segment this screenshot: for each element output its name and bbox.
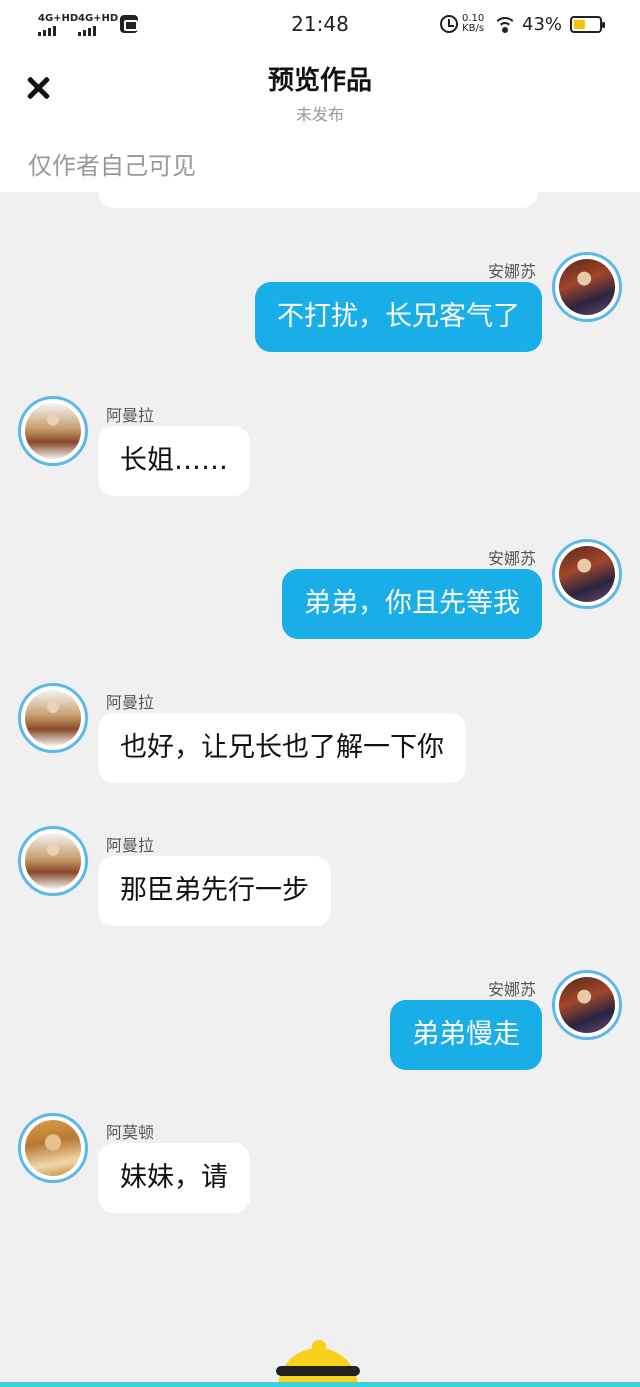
sender-name: 阿莫顿 (106, 1123, 155, 1142)
chat-bubble[interactable]: 弟弟慢走 (390, 1000, 542, 1070)
amanla-avatar[interactable] (18, 396, 88, 466)
battery-icon (570, 16, 605, 33)
sender-name: 阿曼拉 (106, 406, 155, 425)
anna-avatar[interactable] (552, 252, 622, 322)
sender-name: 安娜苏 (487, 262, 536, 281)
sender-name: 阿曼拉 (106, 693, 155, 712)
visibility-note: 仅作者自己可见 (28, 152, 196, 180)
sender-name: 安娜苏 (487, 549, 536, 568)
mascot-icon[interactable] (272, 1340, 364, 1387)
anna-avatar[interactable] (552, 539, 622, 609)
chat-bubble[interactable]: 长姐…… (98, 426, 250, 496)
sender-name: 阿曼拉 (106, 836, 155, 855)
bottom-bar (0, 1382, 640, 1387)
sender-name: 安娜苏 (487, 980, 536, 999)
chat-bubble[interactable]: 不打扰，长兄客气了 (255, 282, 542, 352)
amodun-avatar[interactable] (18, 1113, 88, 1183)
chat-preview-page: 4G+HD 4G+HD 21:48 0.10 KB/s 43% 预览作品 未发布… (0, 0, 640, 1387)
amanla-avatar[interactable] (18, 683, 88, 753)
page-title: 预览作品 (267, 66, 372, 96)
anna-avatar[interactable] (552, 970, 622, 1040)
chat-bubble[interactable]: 也好，让兄长也了解一下你 (98, 713, 466, 783)
chat-bubble[interactable]: 那臣弟先行一步 (98, 856, 331, 926)
chat-bubble[interactable]: 妹妹，请 (98, 1143, 250, 1213)
publish-status: 未发布 (295, 105, 344, 124)
amanla-avatar[interactable] (18, 826, 88, 896)
network-speed: 0.10 KB/s (462, 14, 484, 34)
header: 4G+HD 4G+HD 21:48 0.10 KB/s 43% 预览作品 未发布… (0, 0, 640, 192)
alarm-icon (440, 15, 458, 33)
wifi-icon (493, 15, 517, 33)
chat-bubble[interactable]: 弟弟，你且先等我 (282, 569, 542, 639)
status-bar: 4G+HD 4G+HD 21:48 0.10 KB/s 43% (0, 0, 640, 50)
speed-unit: KB/s (462, 23, 485, 34)
battery-percent: 43% (522, 14, 563, 35)
